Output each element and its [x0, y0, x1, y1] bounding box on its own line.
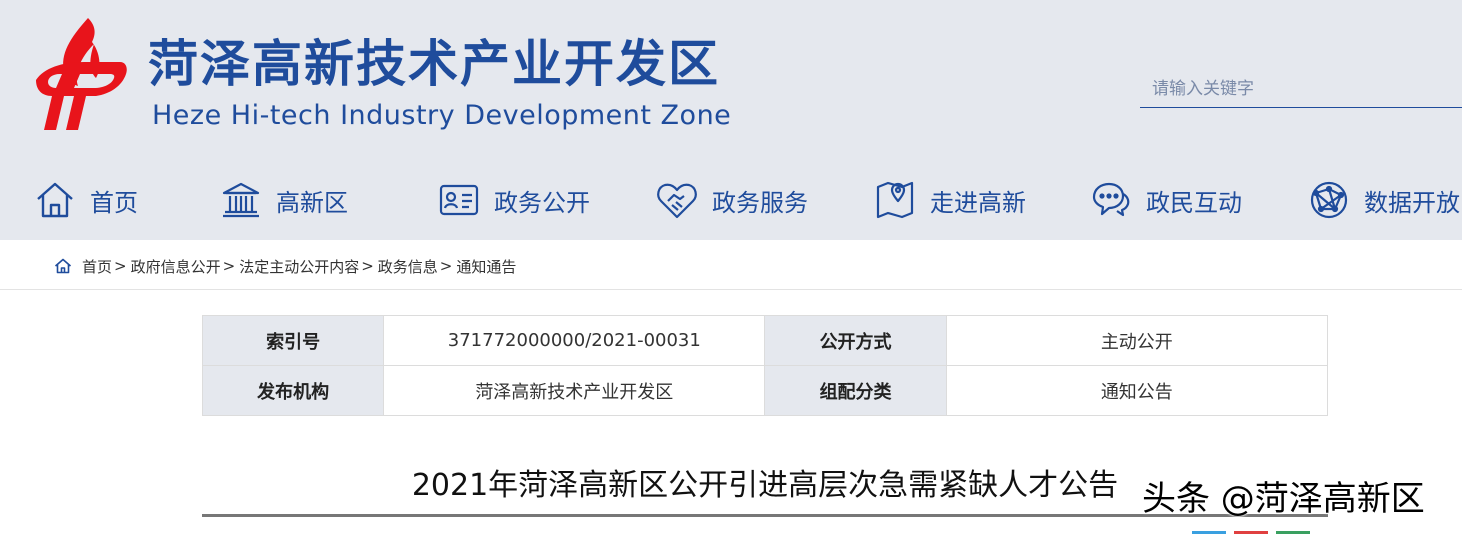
publisher-value: 菏泽高新技术产业开发区: [383, 365, 766, 416]
torch-logo-icon[interactable]: [30, 14, 130, 134]
nav-label-home: 首页: [90, 188, 138, 217]
breadcrumb-separator: >: [439, 257, 453, 275]
globe-network-icon: [1310, 181, 1348, 219]
publisher-label: 发布机构: [201, 365, 385, 416]
site-title-en: Heze Hi-tech Industry Development Zone: [152, 100, 732, 131]
method-value: 主动公开: [945, 315, 1329, 366]
breadcrumb-item-home[interactable]: 首页: [82, 256, 112, 277]
site-title-cn: 菏泽高新技术产业开发区: [148, 35, 720, 93]
breadcrumb-item-statutory-content[interactable]: 法定主动公开内容: [239, 256, 359, 277]
nav-item-about[interactable]: 走进高新: [874, 170, 1026, 230]
table-row: 发布机构 菏泽高新技术产业开发区 组配分类 通知公告: [201, 365, 1329, 416]
building-icon: [222, 182, 260, 218]
handshake-icon: [657, 183, 697, 219]
watermark: 头条 @菏泽高新区: [1142, 479, 1425, 519]
home-icon[interactable]: [54, 257, 72, 275]
nav-label-open-data: 数据开放: [1364, 188, 1460, 217]
nav-item-gov-affairs[interactable]: 政务公开: [438, 170, 590, 230]
index-value: 371772000000/2021-00031: [383, 315, 766, 366]
nav-label-zone: 高新区: [276, 188, 348, 217]
breadcrumb-separator: >: [361, 257, 374, 275]
breadcrumb-separator: >: [222, 257, 236, 275]
nav-item-open-data[interactable]: 数据开放: [1308, 170, 1460, 230]
breadcrumb-item-gov-info[interactable]: 政务信息: [378, 256, 438, 277]
chat-icon: [1092, 182, 1130, 217]
category-label: 组配分类: [764, 365, 947, 416]
document-meta-table: 索引号 371772000000/2021-00031 公开方式 主动公开 发布…: [201, 315, 1329, 416]
category-value: 通知公告: [945, 365, 1329, 416]
nav-item-interaction[interactable]: 政民互动: [1090, 170, 1242, 230]
breadcrumb-separator: >: [114, 257, 127, 275]
main-nav: 首页 高新区 政务公开 政务服务 走进高新 政民互动 数据开放: [0, 170, 1462, 230]
method-label: 公开方式: [764, 315, 947, 366]
nav-item-gov-service[interactable]: 政务服务: [656, 170, 808, 230]
home-icon: [37, 182, 73, 218]
nav-item-home[interactable]: 首页: [34, 170, 138, 230]
nav-label-interaction: 政民互动: [1146, 188, 1242, 217]
table-row: 索引号 371772000000/2021-00031 公开方式 主动公开: [201, 315, 1329, 366]
index-label: 索引号: [201, 315, 385, 366]
nav-label-about: 走进高新: [930, 188, 1026, 217]
id-card-icon: [439, 184, 479, 216]
nav-label-gov-service: 政务服务: [712, 188, 808, 217]
search-input[interactable]: [1140, 70, 1462, 108]
breadcrumb: 首页 > 政府信息公开 > 法定主动公开内容 > 政务信息 > 通知通告: [54, 254, 516, 278]
map-pin-icon: [876, 181, 914, 219]
nav-item-zone[interactable]: 高新区: [220, 170, 348, 230]
breadcrumb-item-info-disclosure[interactable]: 政府信息公开: [131, 256, 221, 277]
breadcrumb-divider: [0, 289, 1462, 290]
site-header: 菏泽高新技术产业开发区 Heze Hi-tech Industry Develo…: [0, 0, 1462, 240]
nav-label-gov-affairs: 政务公开: [494, 188, 590, 217]
breadcrumb-item-notices[interactable]: 通知通告: [456, 256, 516, 277]
